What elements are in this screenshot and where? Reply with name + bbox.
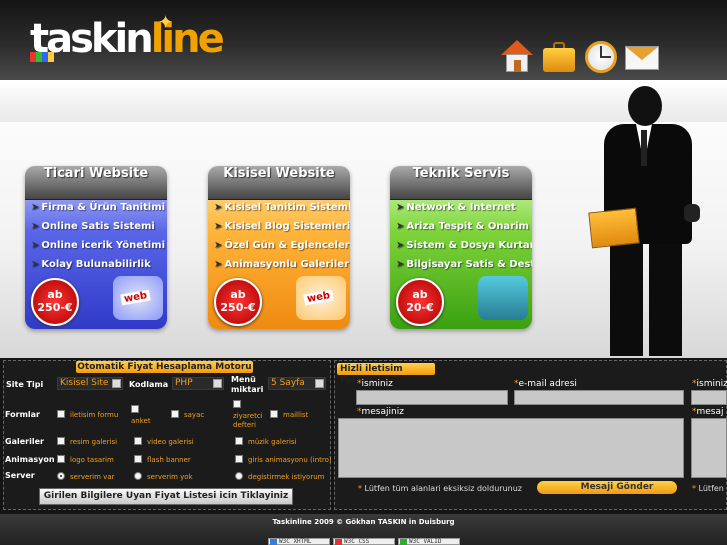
- flash-banner-label: flash banner: [147, 456, 191, 464]
- send-message-button[interactable]: Mesaji Gönder: [537, 481, 677, 494]
- card-feature[interactable]: ➤ Online Satis Sistemi: [31, 221, 167, 240]
- card-feature[interactable]: ➤ Özel Gün & Eglenceler: [214, 240, 350, 259]
- muzik-galerisi-checkbox[interactable]: [235, 437, 243, 445]
- card-feature[interactable]: ➤Sistem & Dosya Kurtarma: [396, 240, 532, 259]
- w3c-icon: [270, 539, 277, 545]
- video-galerisi-checkbox[interactable]: [134, 437, 142, 445]
- intro-label: giris animasyonu (intro): [248, 456, 332, 464]
- clock-icon[interactable]: [584, 40, 618, 74]
- email-input[interactable]: [514, 390, 684, 405]
- card-feature[interactable]: ➤ Firma & Ürün Tanitimi: [31, 202, 167, 221]
- galeriler-label: Galeriler: [5, 437, 44, 446]
- home-icon[interactable]: [500, 40, 534, 74]
- card-feature[interactable]: ➤ Network & Internet: [396, 202, 532, 221]
- required-note: * Lütfen tüm alanlari eksiksiz doldurunu…: [358, 484, 522, 493]
- price-badge: ab 250-€: [214, 278, 262, 326]
- serverim-var-label: serverim var: [70, 473, 115, 481]
- formlar-label: Formlar: [5, 410, 41, 419]
- message-textarea[interactable]: [338, 418, 684, 478]
- serverim-yok-label: serverim yok: [147, 473, 193, 481]
- intro-checkbox[interactable]: [235, 455, 243, 463]
- mail-icon[interactable]: [625, 40, 659, 74]
- card-feature[interactable]: ➤Kisisel Tanitim Sistemleri: [214, 202, 350, 221]
- site-tipi-select[interactable]: Kisisel Site: [57, 377, 123, 390]
- folder-icon: [588, 207, 640, 249]
- kodlama-select[interactable]: PHP: [172, 377, 224, 390]
- card-teknik-servis[interactable]: Teknik Servis ➤ Network & Internet ➤ Ariza…: [390, 166, 532, 329]
- price-badge: ab 250-€: [31, 278, 79, 326]
- chevron-down-icon: [213, 379, 222, 388]
- ziyaretci-defteri-label: ziyaretci defteri: [233, 412, 263, 429]
- validator-badge[interactable]: W3C CSS: [333, 538, 395, 545]
- required-note-right: * Lütfen: [692, 484, 724, 493]
- validator-badge[interactable]: W3C XHTML: [268, 538, 330, 545]
- card-title: Ticari Website: [25, 166, 167, 200]
- maillist-label: maillist: [283, 411, 309, 419]
- maillist-checkbox[interactable]: [270, 410, 278, 418]
- card-feature[interactable]: ➤ Kisisel Blog Sistemleri: [214, 221, 350, 240]
- chevron-down-icon: [315, 379, 324, 388]
- message-textarea-right[interactable]: [691, 418, 727, 478]
- laptop-art-icon: [478, 276, 528, 320]
- resim-galerisi-checkbox[interactable]: [57, 437, 65, 445]
- ziyaretci-defteri-checkbox[interactable]: [233, 400, 241, 408]
- businessman-silhouette: [588, 86, 720, 356]
- menu-label: Menü miktari: [231, 375, 264, 394]
- price-badge: ab 20-€: [396, 278, 444, 326]
- flash-banner-checkbox[interactable]: [134, 455, 142, 463]
- card-kisisel-website[interactable]: Kisisel Website ➤ Kisisel Tanitim Sisteml…: [208, 166, 350, 329]
- w3c-icon: [335, 539, 342, 545]
- kodlama-label: Kodlama: [129, 380, 169, 389]
- sayac-checkbox[interactable]: [171, 410, 179, 418]
- site-tipi-label: Site Tipi: [6, 380, 44, 389]
- video-galerisi-label: video galerisi: [147, 438, 194, 446]
- card-title: Kisisel Website: [208, 166, 350, 200]
- card-feature[interactable]: ➤ Online icerik Yönetimi: [31, 240, 167, 259]
- anket-label: anket: [131, 417, 151, 425]
- serverim-yok-radio[interactable]: [134, 472, 142, 480]
- chevron-down-icon: [112, 379, 121, 388]
- logo-tasarim-checkbox[interactable]: [57, 455, 65, 463]
- validator-badge[interactable]: W3C VALID: [398, 538, 460, 545]
- sayac-label: sayac: [184, 411, 205, 419]
- footer-copyright: Taskinline 2009 © Gökhan TASKIN in Duisb…: [272, 518, 455, 526]
- email-label: *e-mail adresi: [514, 379, 577, 389]
- serverim-var-radio[interactable]: [57, 472, 65, 480]
- name-input-right[interactable]: [691, 390, 727, 405]
- card-ticari-website[interactable]: Ticari Website ➤ Firma & Ürün Tanitimi ➤ O…: [25, 166, 167, 329]
- contact-form-title: Hizli iletisim Formu: [337, 363, 435, 386]
- name-label: *isminiz: [357, 379, 393, 389]
- degistirmek-label: degistirmek istiyorum: [248, 473, 325, 481]
- animasyon-label: Animasyon: [5, 455, 55, 464]
- name-input[interactable]: [356, 390, 508, 405]
- iletisim-formu-checkbox[interactable]: [57, 410, 65, 418]
- w3c-icon: [400, 539, 407, 545]
- menu-miktari-select[interactable]: 5 Sayfa: [268, 377, 326, 390]
- resim-galerisi-label: resim galerisi: [70, 438, 118, 446]
- server-label: Server: [5, 471, 35, 480]
- calculator-title: Otomatik Fiyat Hesaplama Motoru: [76, 361, 253, 373]
- taskinline-logo[interactable]: taskinline ✦: [24, 12, 244, 66]
- card-feature[interactable]: ➤ Ariza Tespit & Onarim: [396, 221, 532, 240]
- anket-checkbox[interactable]: [131, 405, 139, 413]
- iletisim-formu-label: iletisim formu: [70, 411, 119, 419]
- logo-spark-icon: ✦: [158, 12, 174, 33]
- degistirmek-radio[interactable]: [235, 472, 243, 480]
- muzik-galerisi-label: müzik galerisi: [248, 438, 297, 446]
- logo-wordmark: taskinline: [30, 16, 225, 62]
- price-list-button[interactable]: Girilen Bilgilere Uyan Fiyat Listesi ici…: [39, 488, 293, 505]
- briefcase-icon[interactable]: [542, 40, 576, 74]
- message-label: *mesajiniz: [357, 407, 404, 417]
- name-label-right: *isminiz: [692, 379, 727, 389]
- message-label-right: *mesaj: [692, 407, 724, 417]
- logo-tasarim-label: logo tasarim: [70, 456, 114, 464]
- card-title: Teknik Servis: [390, 166, 532, 200]
